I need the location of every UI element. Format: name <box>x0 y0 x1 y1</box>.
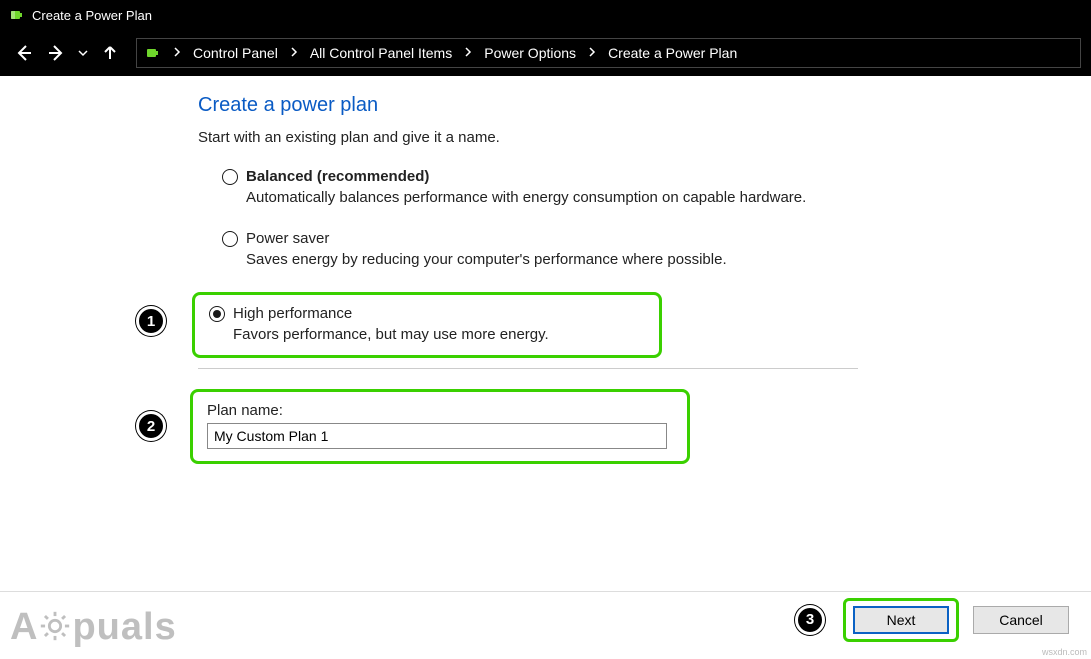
address-bar[interactable]: Control Panel All Control Panel Items Po… <box>136 38 1081 68</box>
source-note: wsxdn.com <box>1042 647 1087 657</box>
divider <box>198 368 858 369</box>
plan-option-balanced: Balanced (recommended) Automatically bal… <box>198 168 1091 206</box>
annotation-highlight-2: Plan name: <box>190 389 690 464</box>
breadcrumb-control-panel[interactable]: Control Panel <box>189 43 282 63</box>
radio-power-saver[interactable] <box>222 231 238 247</box>
plan-label[interactable]: Balanced (recommended) <box>246 168 429 185</box>
plan-name-input[interactable] <box>207 423 667 449</box>
back-button[interactable] <box>10 39 38 67</box>
breadcrumb-create-plan[interactable]: Create a Power Plan <box>604 43 741 63</box>
battery-icon <box>8 7 24 23</box>
window-title: Create a Power Plan <box>32 8 152 23</box>
annotation-highlight-1: High performance Favors performance, but… <box>192 292 662 358</box>
plan-description: Favors performance, but may use more ene… <box>209 326 645 343</box>
chevron-right-icon[interactable] <box>458 47 478 60</box>
annotation-marker-2: 2 <box>136 411 166 441</box>
title-bar: Create a Power Plan <box>0 0 1091 30</box>
gear-icon <box>38 609 72 653</box>
chevron-right-icon[interactable] <box>284 47 304 60</box>
page-title: Create a power plan <box>198 94 1091 117</box>
plan-name-label: Plan name: <box>207 402 673 419</box>
breadcrumb-power-options[interactable]: Power Options <box>480 43 580 63</box>
chevron-right-icon[interactable] <box>167 47 187 60</box>
forward-button[interactable] <box>42 39 70 67</box>
watermark-suffix: puals <box>72 606 176 648</box>
up-button[interactable] <box>96 39 124 67</box>
battery-icon <box>143 44 161 62</box>
plan-label[interactable]: High performance <box>233 305 352 322</box>
breadcrumb-all-items[interactable]: All Control Panel Items <box>306 43 456 63</box>
watermark-logo: Apuals <box>10 606 177 653</box>
radio-high-performance[interactable] <box>209 306 225 322</box>
annotation-highlight-3: Next <box>843 598 959 642</box>
annotation-marker-3: 3 <box>795 605 825 635</box>
content-area: Create a power plan Start with an existi… <box>0 76 1091 464</box>
radio-balanced[interactable] <box>222 169 238 185</box>
watermark-prefix: A <box>10 606 38 648</box>
plan-description: Automatically balances performance with … <box>222 189 1091 206</box>
annotation-marker-1: 1 <box>136 306 166 336</box>
navigation-bar: Control Panel All Control Panel Items Po… <box>0 30 1091 76</box>
chevron-right-icon[interactable] <box>582 47 602 60</box>
plan-option-saver: Power saver Saves energy by reducing you… <box>198 230 1091 268</box>
page-instruction: Start with an existing plan and give it … <box>198 129 1091 146</box>
cancel-button[interactable]: Cancel <box>973 606 1069 634</box>
next-button[interactable]: Next <box>853 606 949 634</box>
plan-label[interactable]: Power saver <box>246 230 329 247</box>
recent-locations-dropdown[interactable] <box>74 39 92 67</box>
plan-description: Saves energy by reducing your computer's… <box>222 251 1091 268</box>
